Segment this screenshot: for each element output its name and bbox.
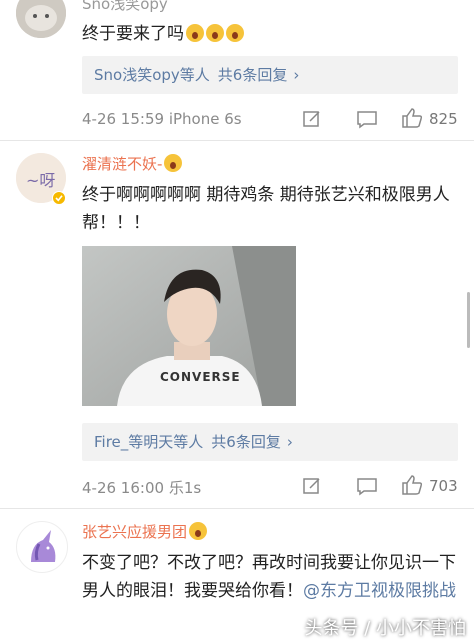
comment-meta: 4-26 16:00 乐1s bbox=[82, 479, 202, 497]
username[interactable]: 濯清涟不妖- bbox=[82, 153, 183, 174]
verified-badge-icon bbox=[52, 191, 66, 205]
avatar[interactable] bbox=[16, 521, 68, 573]
unicorn-icon bbox=[31, 530, 56, 562]
username[interactable]: 张艺兴应援男团 bbox=[82, 521, 208, 542]
comment-text: 终于要来了吗 bbox=[82, 20, 462, 48]
svg-text:~呀: ~呀 bbox=[26, 171, 55, 190]
shocked-emoji-icon bbox=[226, 24, 244, 42]
watermark: 头条号 / 小小不害怕 bbox=[304, 618, 466, 639]
comment-meta: 4-26 15:59 iPhone 6s bbox=[82, 110, 242, 128]
like-count: 703 bbox=[429, 477, 458, 495]
edit-icon[interactable] bbox=[302, 476, 322, 496]
avatar[interactable] bbox=[16, 0, 66, 38]
cat-avatar-icon bbox=[16, 0, 66, 38]
shocked-emoji-icon bbox=[186, 24, 204, 42]
comment-icon[interactable] bbox=[356, 476, 378, 496]
comment-text: 终于啊啊啊啊啊 期待鸡条 期待张艺兴和极限男人帮！！！ bbox=[82, 185, 450, 233]
edit-icon[interactable] bbox=[302, 109, 322, 129]
comment-1: Sno浅笑opy 终于要来了吗 Sno浅笑opy等人 共6条回复 › 4-26 15… bbox=[0, 0, 474, 140]
reply-summary[interactable]: Fire_等明天等人 共6条回复 › bbox=[82, 423, 458, 461]
attached-photo[interactable]: CONVERSE bbox=[82, 246, 296, 406]
comment-2: ~呀 濯清涟不妖- 终于啊啊啊啊啊 期待鸡条 期待张艺兴和极限男人帮！！！ CO… bbox=[0, 141, 474, 508]
emoji-icon bbox=[164, 154, 183, 172]
like-icon[interactable] bbox=[401, 474, 423, 496]
like-icon[interactable] bbox=[401, 107, 423, 129]
chevron-right-icon: › bbox=[286, 433, 293, 451]
emoji-icon bbox=[189, 522, 208, 540]
mention-link[interactable]: @东方卫视极限挑战 bbox=[303, 581, 456, 601]
reply-summary[interactable]: Sno浅笑opy等人 共6条回复 › bbox=[82, 56, 458, 94]
comment-text: 不变了吧？不改了吧？再改时间我要让你见识一下男人的眼泪！我要哭给你看！@东方卫视… bbox=[82, 553, 456, 601]
shirt-logo-text: CONVERSE bbox=[160, 370, 241, 384]
like-count: 825 bbox=[429, 110, 458, 128]
shocked-emoji-icon bbox=[206, 24, 224, 42]
chevron-right-icon: › bbox=[293, 66, 300, 84]
username[interactable]: Sno浅笑opy bbox=[82, 0, 168, 14]
comment-icon[interactable] bbox=[356, 109, 378, 129]
scrollbar[interactable] bbox=[467, 292, 470, 348]
